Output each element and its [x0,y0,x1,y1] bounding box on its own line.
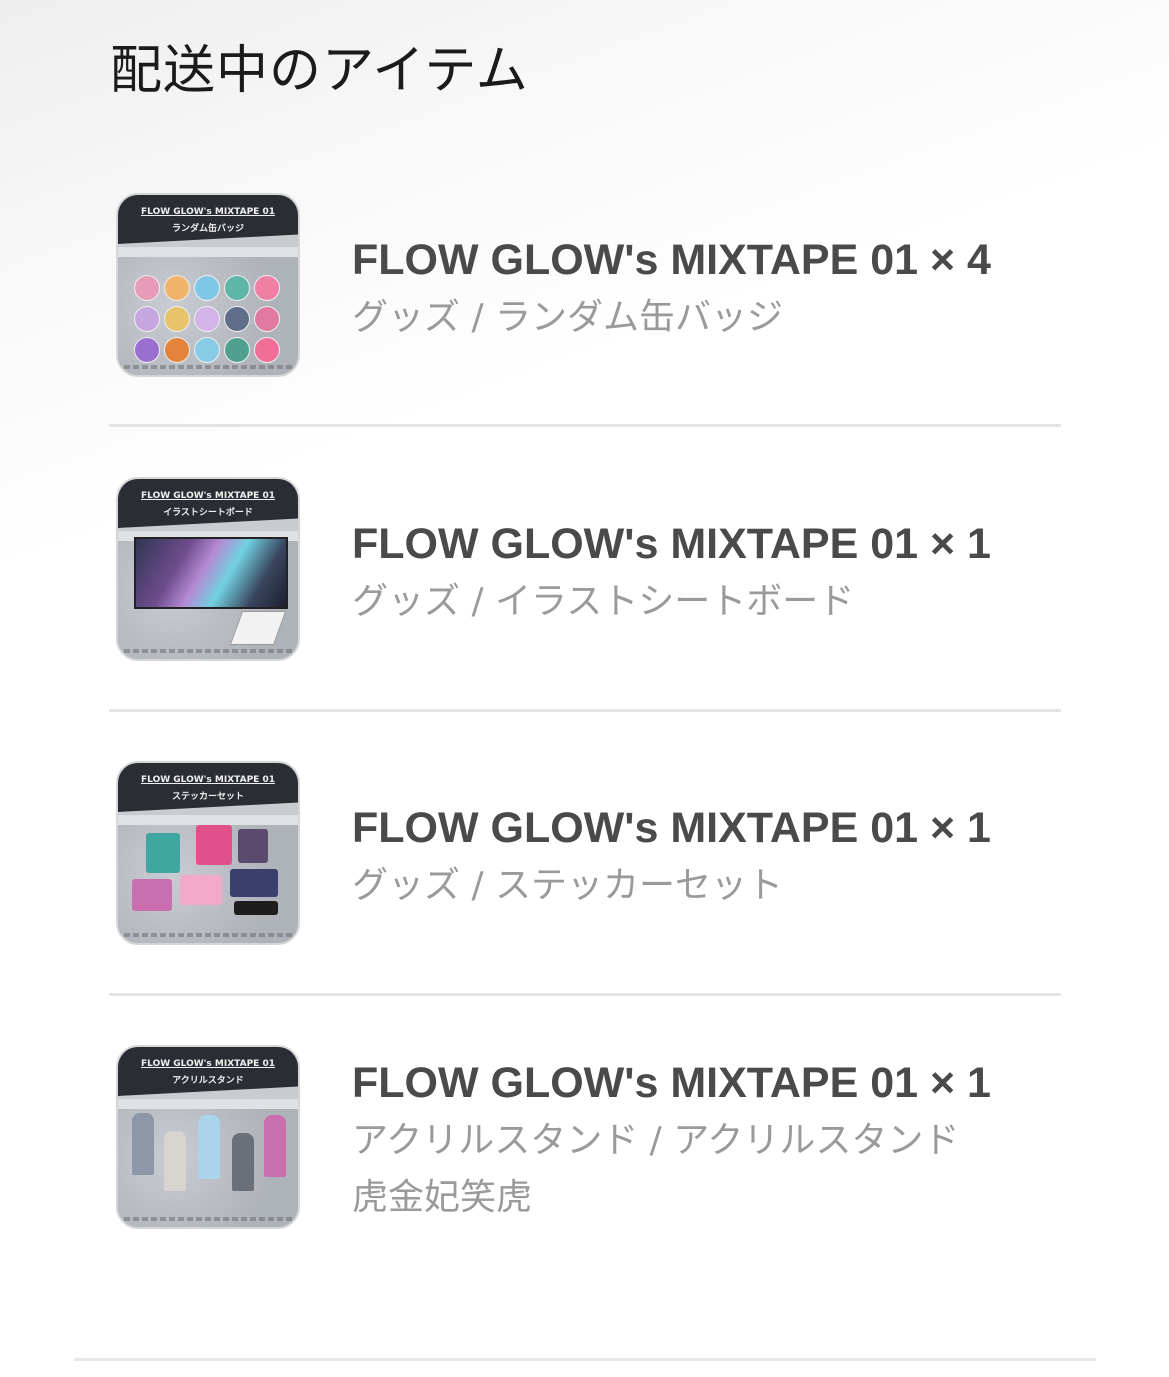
sticker [196,825,232,865]
badge-circle [194,337,220,363]
acrylic-stand-figure [264,1115,286,1177]
sticker [230,869,278,897]
item-divider [109,993,1061,996]
badge-circle [224,337,250,363]
badge-circle [194,306,220,332]
acrylic-stand-figure [132,1113,154,1175]
item-category: グッズ / ステッカーセット [352,865,784,906]
item-title: FLOW GLOW's MIXTAPE 01 × 1 [352,520,991,568]
section-bottom-divider [74,1358,1096,1361]
product-thumbnail: FLOW GLOW's MIXTAPE 01 イラストシートボード [116,477,300,661]
badge-circle [254,337,280,363]
badge-circle [134,275,160,301]
thumbnail-product-name: FLOW GLOW's MIXTAPE 01 [141,207,275,217]
product-thumbnail: FLOW GLOW's MIXTAPE 01 ランダム缶バッジ [116,193,300,377]
sticker [180,875,222,905]
thumbnail-product-type: ランダム缶バッジ [171,224,244,234]
thumbnail-footnote [124,1217,292,1221]
badge-circle [134,306,160,332]
thumbnail-product-type: アクリルスタンド [172,1076,244,1086]
badge-circle [254,275,280,301]
thumbnail-artwork [118,1109,298,1227]
product-thumbnail: FLOW GLOW's MIXTAPE 01 ステッカーセット [116,761,300,945]
badge-grid [134,275,280,363]
thumbnail-artwork [118,257,298,375]
item-divider [109,424,1061,427]
item-category: アクリルスタンド / アクリルスタンド [352,1120,960,1161]
thumbnail-product-type: イラストシートボード [163,508,253,518]
item-title: FLOW GLOW's MIXTAPE 01 × 1 [352,1059,991,1107]
thumbnail-footnote [124,365,292,369]
sticker [146,833,180,873]
badge-circle [164,275,190,301]
sticker [238,829,268,863]
thumbnail-product-name: FLOW GLOW's MIXTAPE 01 [141,491,275,501]
badge-circle [164,306,190,332]
thumbnail-footnote [124,933,292,937]
badge-circle [194,275,220,301]
product-thumbnail: FLOW GLOW's MIXTAPE 01 アクリルスタンド [116,1045,300,1229]
badge-circle [164,337,190,363]
acrylic-stand-figure [198,1115,220,1179]
thumbnail-artwork [118,825,298,943]
badge-circle [254,306,280,332]
acrylic-stand-figure [232,1133,254,1191]
thumbnail-footnote [124,649,292,653]
badge-circle [224,306,250,332]
item-title: FLOW GLOW's MIXTAPE 01 × 1 [352,804,991,852]
item-character-name: 虎金妃笑虎 [352,1177,533,1218]
illustration-board [134,537,288,609]
thumbnail-artwork [118,537,298,659]
acrylic-stand-figure [164,1131,186,1191]
sticker [132,879,172,911]
thumbnail-product-type: ステッカーセット [171,792,244,802]
list-item[interactable]: FLOW GLOW's MIXTAPE 01 アクリルスタンド FLOW GLO… [0,0,1169,1229]
board-stand [229,611,287,645]
item-title: FLOW GLOW's MIXTAPE 01 × 4 [352,236,991,284]
item-category: グッズ / ランダム缶バッジ [352,297,784,338]
thumbnail-product-name: FLOW GLOW's MIXTAPE 01 [141,775,275,785]
badge-circle [224,275,250,301]
item-category: グッズ / イラストシートボード [352,581,855,622]
badge-circle [134,337,160,363]
thumbnail-product-name: FLOW GLOW's MIXTAPE 01 [141,1059,275,1069]
item-divider [109,709,1061,712]
sticker [234,901,278,915]
